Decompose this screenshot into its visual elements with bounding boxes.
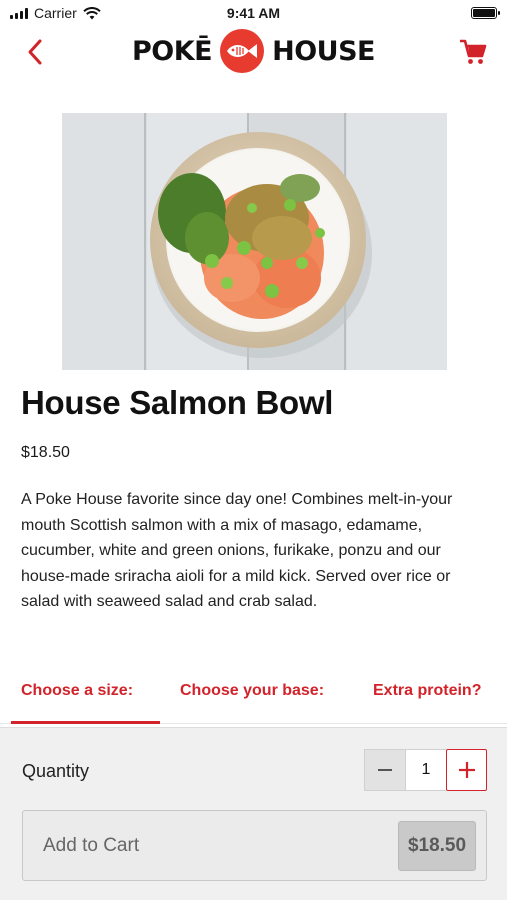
logo-word-right: HOUSE bbox=[272, 35, 375, 67]
product-price: $18.50 bbox=[21, 444, 70, 461]
add-to-cart-button[interactable]: Add to Cart $18.50 bbox=[22, 810, 487, 881]
logo-word-left: POKĒ bbox=[132, 35, 213, 67]
quantity-value[interactable]: 1 bbox=[406, 749, 446, 791]
decrement-button[interactable] bbox=[364, 749, 406, 791]
product-title: House Salmon Bowl bbox=[21, 384, 334, 421]
product-image bbox=[62, 113, 447, 370]
plus-icon bbox=[458, 762, 475, 778]
status-bar: Carrier 9:41 AM bbox=[0, 0, 507, 26]
quantity-stepper: 1 bbox=[364, 749, 487, 791]
options-tabs: Choose a size: Choose your base: Extra p… bbox=[0, 672, 507, 724]
tab-extra-protein[interactable]: Extra protein? bbox=[373, 682, 481, 700]
active-tab-indicator bbox=[11, 721, 160, 724]
fish-icon bbox=[220, 29, 265, 73]
increment-button[interactable] bbox=[446, 749, 487, 791]
product-description: A Poke House favorite since day one! Com… bbox=[21, 491, 453, 610]
tab-choose-size[interactable]: Choose a size: bbox=[21, 682, 133, 700]
add-to-cart-label: Add to Cart bbox=[43, 835, 140, 856]
minus-icon bbox=[378, 769, 392, 771]
quantity-label: Quantity bbox=[22, 761, 90, 781]
brand-logo: POKĒ HOUSE bbox=[0, 28, 507, 74]
status-time: 9:41 AM bbox=[226, 5, 281, 21]
tab-choose-base[interactable]: Choose your base: bbox=[180, 682, 324, 700]
order-footer: Quantity 1 Add to Cart $18.50 bbox=[0, 727, 507, 900]
nav-bar: POKĒ HOUSE bbox=[0, 26, 507, 78]
cart-button[interactable] bbox=[457, 36, 489, 68]
battery-icon bbox=[471, 7, 500, 19]
add-to-cart-price: $18.50 bbox=[398, 821, 476, 871]
cart-icon bbox=[460, 39, 487, 64]
